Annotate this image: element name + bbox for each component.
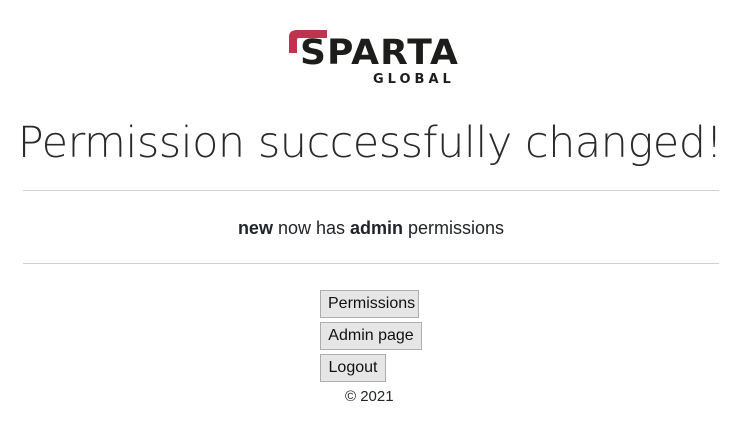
permissions-button[interactable]: Permissions [320,290,419,318]
admin-page-button[interactable]: Admin page [320,322,422,350]
page: SPARTA GLOBAL Permission successfully ch… [0,0,735,426]
divider-bottom [23,263,719,264]
sparta-global-logo: SPARTA GLOBAL [287,27,458,91]
logo-subtitle: GLOBAL [373,72,455,87]
status-message: new now has admin permissions [0,216,735,240]
copyright-footer: © 2021 [345,388,394,405]
logo-wordmark: SPARTA [300,33,459,73]
divider-top [23,190,719,191]
page-title: Permission successfully changed! [17,118,723,168]
message-mid-text: now has [272,218,350,238]
logout-button[interactable]: Logout [320,354,386,382]
message-tail-text: permissions [403,218,505,238]
username: new [237,218,273,238]
role-name: admin [350,218,404,238]
